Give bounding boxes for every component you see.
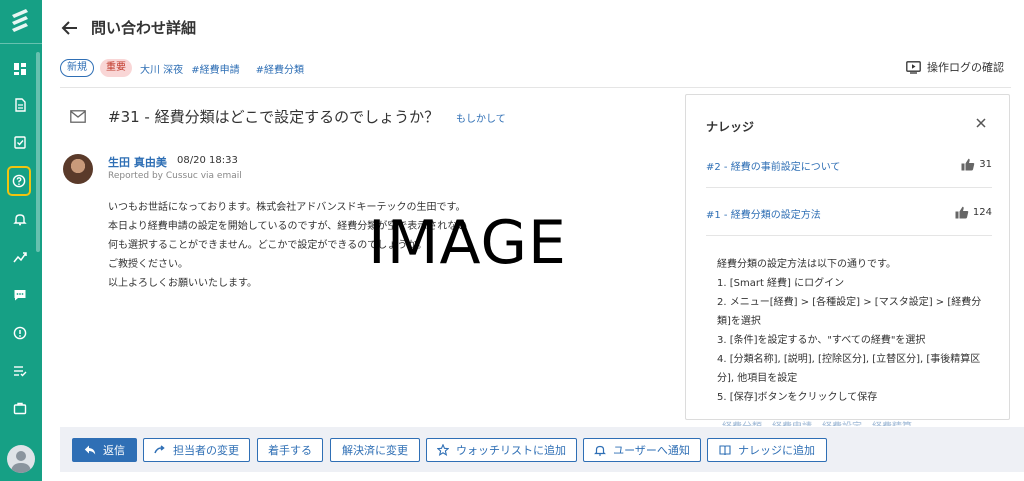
dashboard-icon[interactable] [9, 58, 31, 80]
resolve-button[interactable]: 解決済に変更 [330, 438, 420, 462]
page-title: 問い合わせ詳細 [91, 19, 197, 37]
alert-icon[interactable] [9, 322, 31, 344]
notify-user-label: ユーザーへ通知 [613, 444, 690, 457]
notify-user-button[interactable]: ユーザーへ通知 [583, 438, 701, 462]
user-icon[interactable] [7, 445, 35, 473]
thumbs-up-icon [961, 158, 975, 171]
like-count: 124 [955, 206, 992, 219]
sidebar-scrollbar[interactable] [36, 52, 40, 252]
knowledge-line: 分], 他項目を設定 [717, 373, 798, 384]
add-watchlist-button[interactable]: ウォッチリストに追加 [426, 438, 577, 462]
add-knowledge-label: ナレッジに追加 [738, 444, 815, 457]
message-timestamp: 08/20 18:33 [177, 155, 238, 166]
change-assignee-label: 担当者の変更 [173, 444, 239, 457]
header-divider [60, 87, 1011, 88]
knowledge-line: 3. [条件]を設定するか、"すべての経費"を選択 [717, 335, 926, 346]
like-count-value: 124 [972, 207, 992, 218]
reply-button[interactable]: 返信 [72, 438, 137, 462]
knowledge-line: 1. [Smart 経費] にログイン [717, 278, 845, 289]
status-badge[interactable]: 新規 [60, 59, 94, 77]
reported-via: Reported by Cussuc via email [108, 171, 242, 181]
knowledge-content: 経費分類の設定方法は以下の通りです。 1. [Smart 経費] にログイン 2… [717, 255, 981, 407]
knowledge-line: 4. [分類名称], [説明], [控除区分], [立替区分], [事後精算区 [717, 354, 981, 365]
reply-label: 返信 [103, 444, 125, 457]
image-placeholder: IMAGE [368, 208, 567, 278]
priority-badge[interactable]: 重要 [100, 59, 132, 77]
list-icon[interactable] [9, 360, 31, 382]
operation-log-button[interactable]: 操作ログの確認 [906, 59, 1004, 75]
avatar [63, 154, 93, 184]
checklist-icon[interactable] [9, 131, 31, 153]
book-icon [719, 445, 731, 456]
start-label: 着手する [268, 444, 312, 457]
analytics-icon[interactable] [9, 246, 31, 268]
start-button[interactable]: 着手する [257, 438, 323, 462]
bell-icon[interactable] [9, 208, 31, 230]
ticket-subject: #31 - 経費分類はどこで設定するのでしょうか？ [108, 108, 440, 126]
like-count: 31 [961, 158, 992, 171]
add-knowledge-button[interactable]: ナレッジに追加 [707, 438, 827, 462]
resolve-label: 解決済に変更 [342, 444, 408, 457]
bell-icon [594, 445, 607, 456]
action-bar: 返信 担当者の変更 着手する 解決済に変更 ウォッチリストに追加 ユーザーへ通知… [60, 427, 1024, 472]
ticket-tags: 新規 重要 大川 深夜 #経費申請 #経費分類 [60, 58, 304, 78]
knowledge-line: 類]を選択 [717, 316, 761, 327]
star-icon [437, 444, 449, 456]
knowledge-item[interactable]: #1 - 経費分類の設定方法 124 [706, 206, 992, 236]
assignee-link[interactable]: 大川 深夜 [140, 61, 183, 76]
tag-link[interactable]: #経費申請 [191, 61, 239, 76]
knowledge-item-title[interactable]: #2 - 経費の事前設定について [706, 158, 840, 173]
knowledge-item[interactable]: #2 - 経費の事前設定について 31 [706, 158, 992, 188]
swap-arrow-icon [154, 445, 165, 454]
tag-link[interactable]: #経費分類 [256, 61, 304, 76]
suggestion-link[interactable]: もしかして [456, 110, 506, 125]
knowledge-panel: ナレッジ #2 - 経費の事前設定について 31 #1 - 経費分類の設定方法 … [685, 94, 1010, 420]
add-watchlist-label: ウォッチリストに追加 [456, 444, 566, 457]
thumbs-up-icon [955, 206, 969, 219]
logo-icon[interactable] [8, 7, 32, 33]
document-icon[interactable] [9, 94, 31, 116]
knowledge-line: 2. メニュー[経費] > [各種設定] > [マスタ設定] > [経費分 [717, 297, 982, 308]
sidebar-divider [0, 43, 42, 44]
knowledge-line: 5. [保存]ボタンをクリックして保存 [717, 392, 878, 403]
briefcase-icon[interactable] [9, 397, 31, 419]
knowledge-title: ナレッジ [706, 120, 755, 134]
mail-icon [70, 110, 86, 123]
back-arrow-icon[interactable] [60, 19, 80, 37]
sidebar [0, 0, 42, 481]
operation-log-label: 操作ログの確認 [927, 61, 1004, 74]
knowledge-line: 経費分類の設定方法は以下の通りです。 [717, 259, 896, 270]
chat-icon[interactable] [9, 284, 31, 306]
knowledge-tag-links[interactable]: 経費分類 経費申請 経費設定 経費精算 [722, 418, 912, 426]
help-icon[interactable] [7, 166, 31, 196]
reply-icon [84, 445, 96, 455]
author-name[interactable]: 生田 真由美 [108, 154, 167, 170]
close-icon[interactable] [975, 117, 987, 129]
like-count-value: 31 [979, 159, 992, 170]
knowledge-item-title[interactable]: #1 - 経費分類の設定方法 [706, 206, 821, 221]
change-assignee-button[interactable]: 担当者の変更 [143, 438, 250, 462]
play-screen-icon [906, 60, 921, 74]
